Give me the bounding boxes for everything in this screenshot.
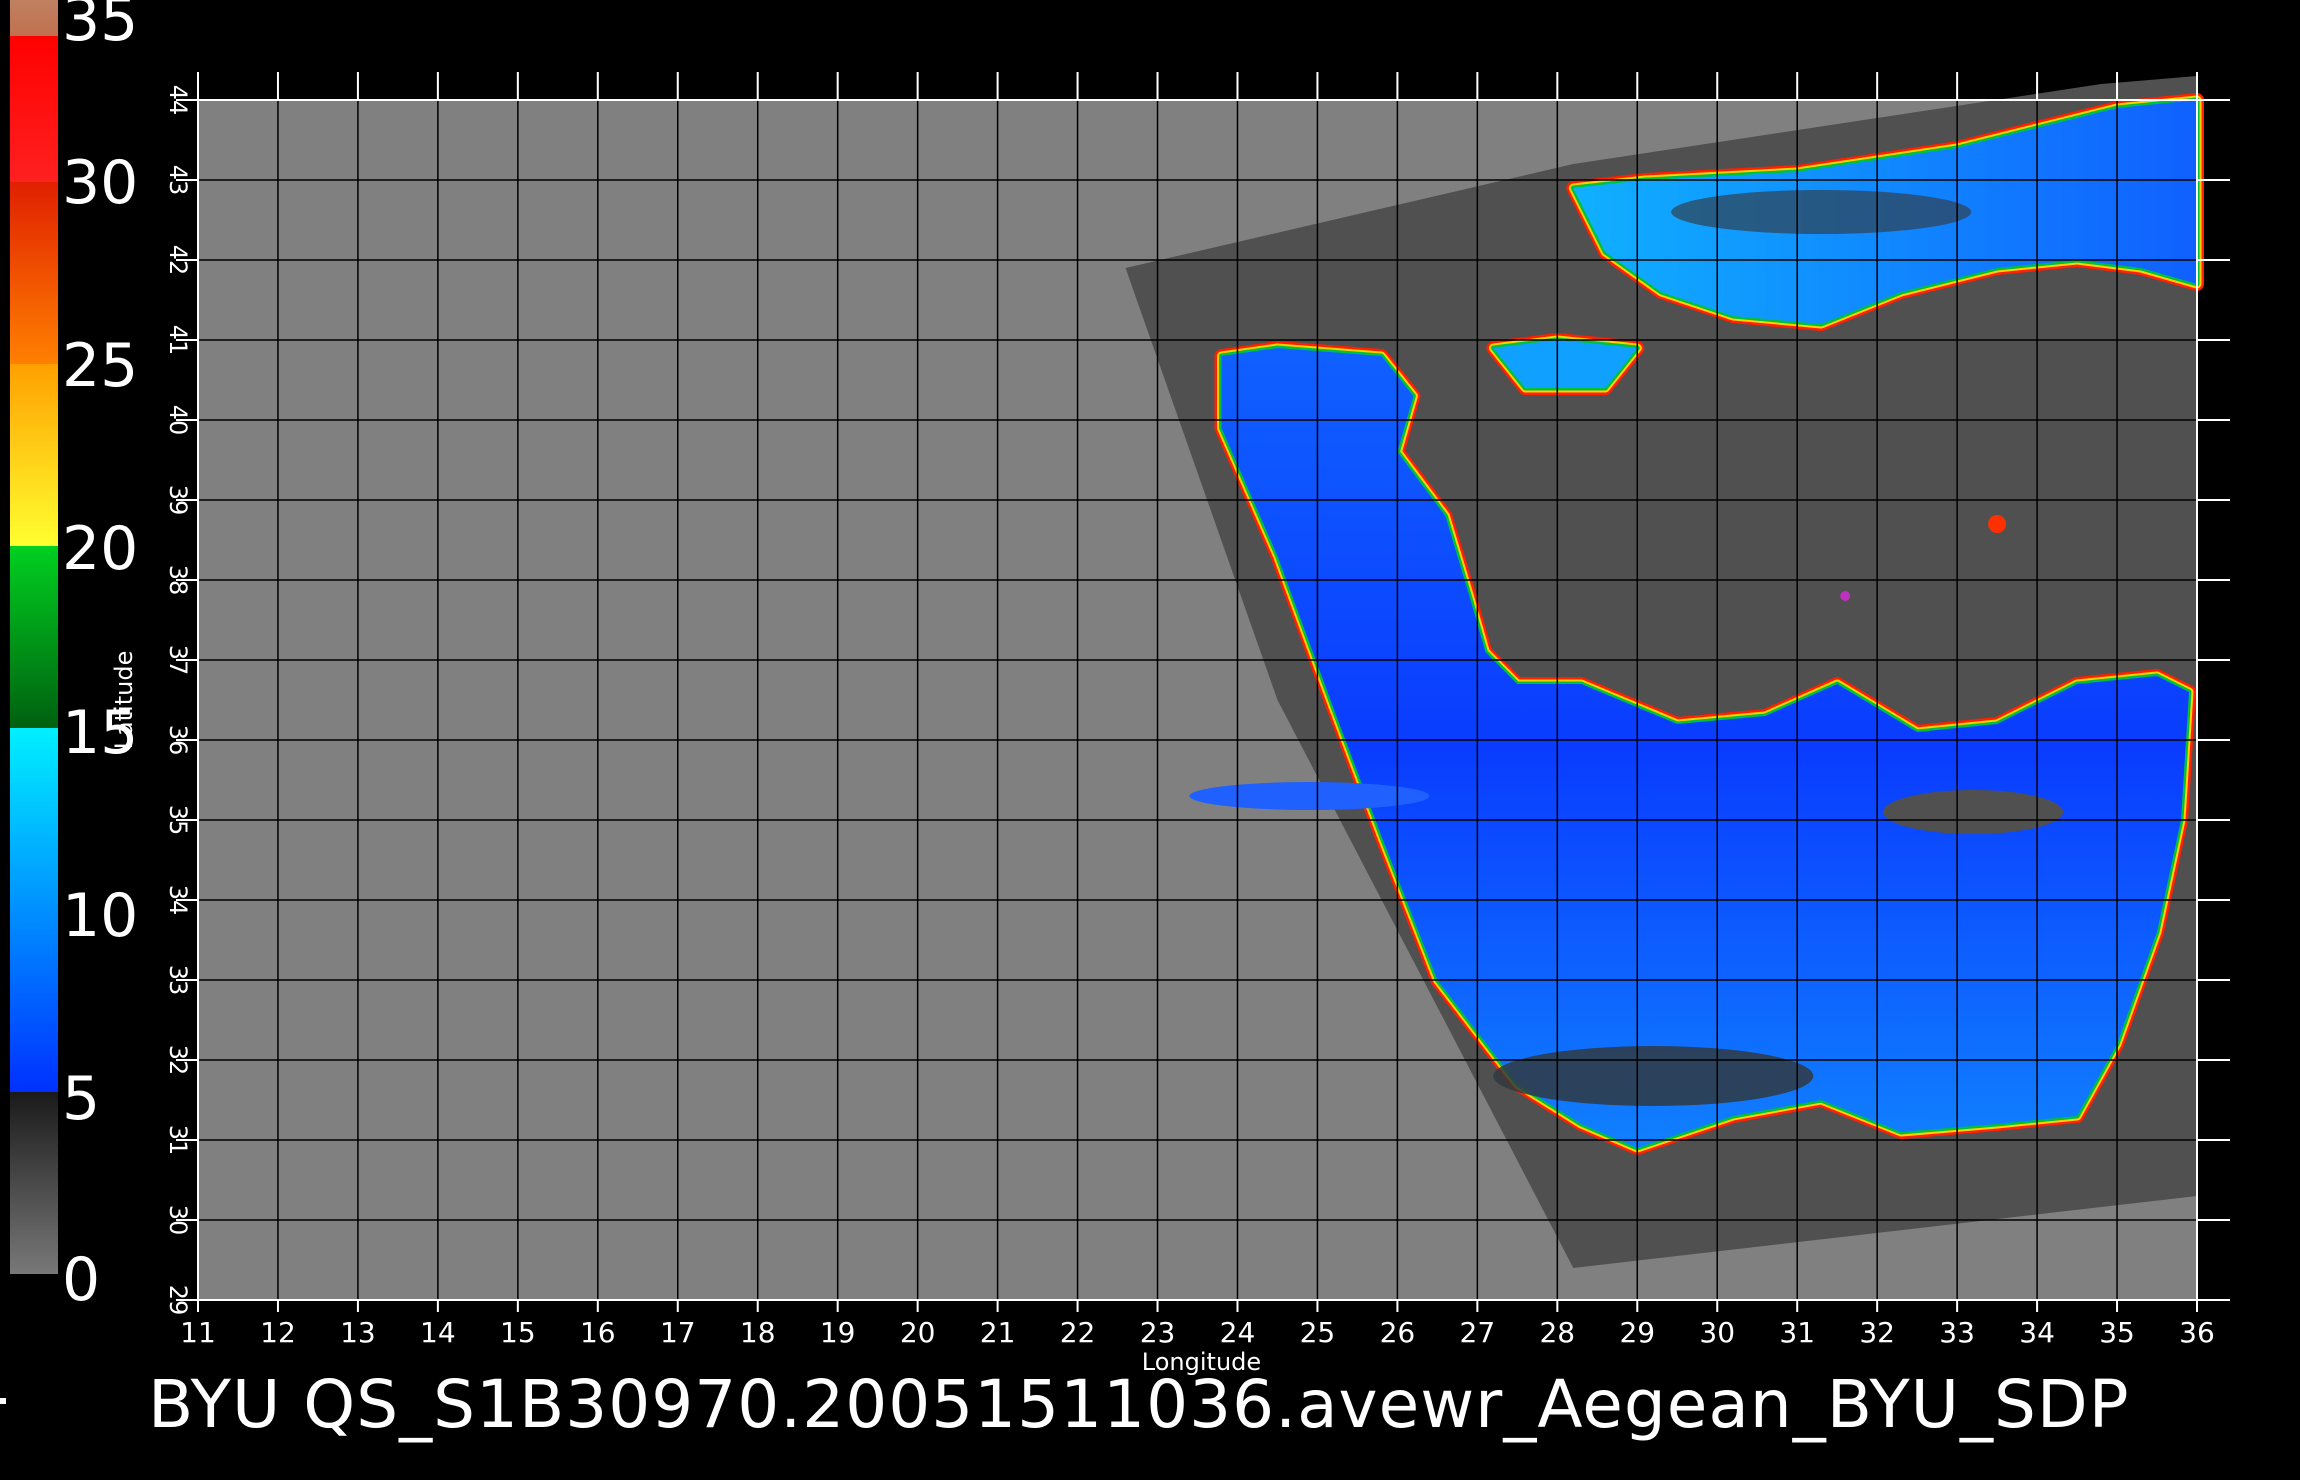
- x-tick-label: 23: [1140, 1316, 1176, 1349]
- x-tick-label: 20: [900, 1316, 936, 1349]
- crete-region: [1189, 782, 1430, 810]
- cyprus-landmass: [1883, 790, 2064, 834]
- y-tick-label: 37: [164, 645, 192, 676]
- x-tick-label: 17: [660, 1316, 696, 1349]
- y-tick-label: 33: [164, 965, 192, 996]
- y-tick-label: 42: [164, 245, 192, 276]
- lake-beysehir: [1840, 591, 1851, 601]
- black-sea-calm-patch: [1671, 190, 1972, 234]
- x-tick-label: 13: [340, 1316, 376, 1349]
- wind-map: 11 12 13 14 15 16 17 18 19 20 21 22 23 24 25 26 27 28 29 30…: [110, 72, 2230, 1376]
- y-tick-label: 41: [164, 325, 192, 356]
- y-tick-label: 40: [164, 405, 192, 436]
- x-tick-label: 19: [820, 1316, 856, 1349]
- x-tick-label: 12: [260, 1316, 296, 1349]
- x-tick-label: 31: [1779, 1316, 1815, 1349]
- y-tick-label: 32: [164, 1045, 192, 1076]
- x-tick-label: 22: [1060, 1316, 1096, 1349]
- y-tick-label: 43: [164, 165, 192, 196]
- y-tick-label: 34: [164, 885, 192, 916]
- x-tick-label: 21: [980, 1316, 1016, 1349]
- x-tick-label: 24: [1220, 1316, 1256, 1349]
- y-axis-label: Latitude: [110, 651, 138, 750]
- lake-tuz: [1988, 515, 2007, 533]
- y-tick-label: 36: [164, 725, 192, 756]
- y-tick-label: 35: [164, 805, 192, 836]
- x-tick-label: 30: [1699, 1316, 1735, 1349]
- x-tick-label: 15: [500, 1316, 536, 1349]
- x-tick-label: 35: [2099, 1316, 2135, 1349]
- x-tick-label: 14: [420, 1316, 456, 1349]
- y-tick-label: 30: [164, 1205, 192, 1236]
- x-tick-label: 36: [2179, 1316, 2215, 1349]
- x-tick-label: 16: [580, 1316, 616, 1349]
- margin-mark: [0, 1398, 6, 1404]
- x-tick-label: 33: [1939, 1316, 1975, 1349]
- x-tick-label: 34: [2019, 1316, 2055, 1349]
- x-tick-label: 26: [1380, 1316, 1416, 1349]
- x-tick-label: 27: [1460, 1316, 1496, 1349]
- x-tick-label: 29: [1619, 1316, 1655, 1349]
- x-tick-label: 32: [1859, 1316, 1895, 1349]
- y-tick-label: 39: [164, 485, 192, 516]
- x-tick-label: 11: [180, 1316, 216, 1349]
- low-wind-patch: [1493, 1046, 1814, 1106]
- x-tick-label: 18: [740, 1316, 776, 1349]
- x-tick-label: 25: [1300, 1316, 1336, 1349]
- x-tick-label: 28: [1539, 1316, 1575, 1349]
- y-tick-label: 31: [164, 1125, 192, 1156]
- product-title: BYU QS_S1B30970.20051511036.avewr_Aegean…: [148, 1366, 2130, 1443]
- y-tick-label: 38: [164, 565, 192, 596]
